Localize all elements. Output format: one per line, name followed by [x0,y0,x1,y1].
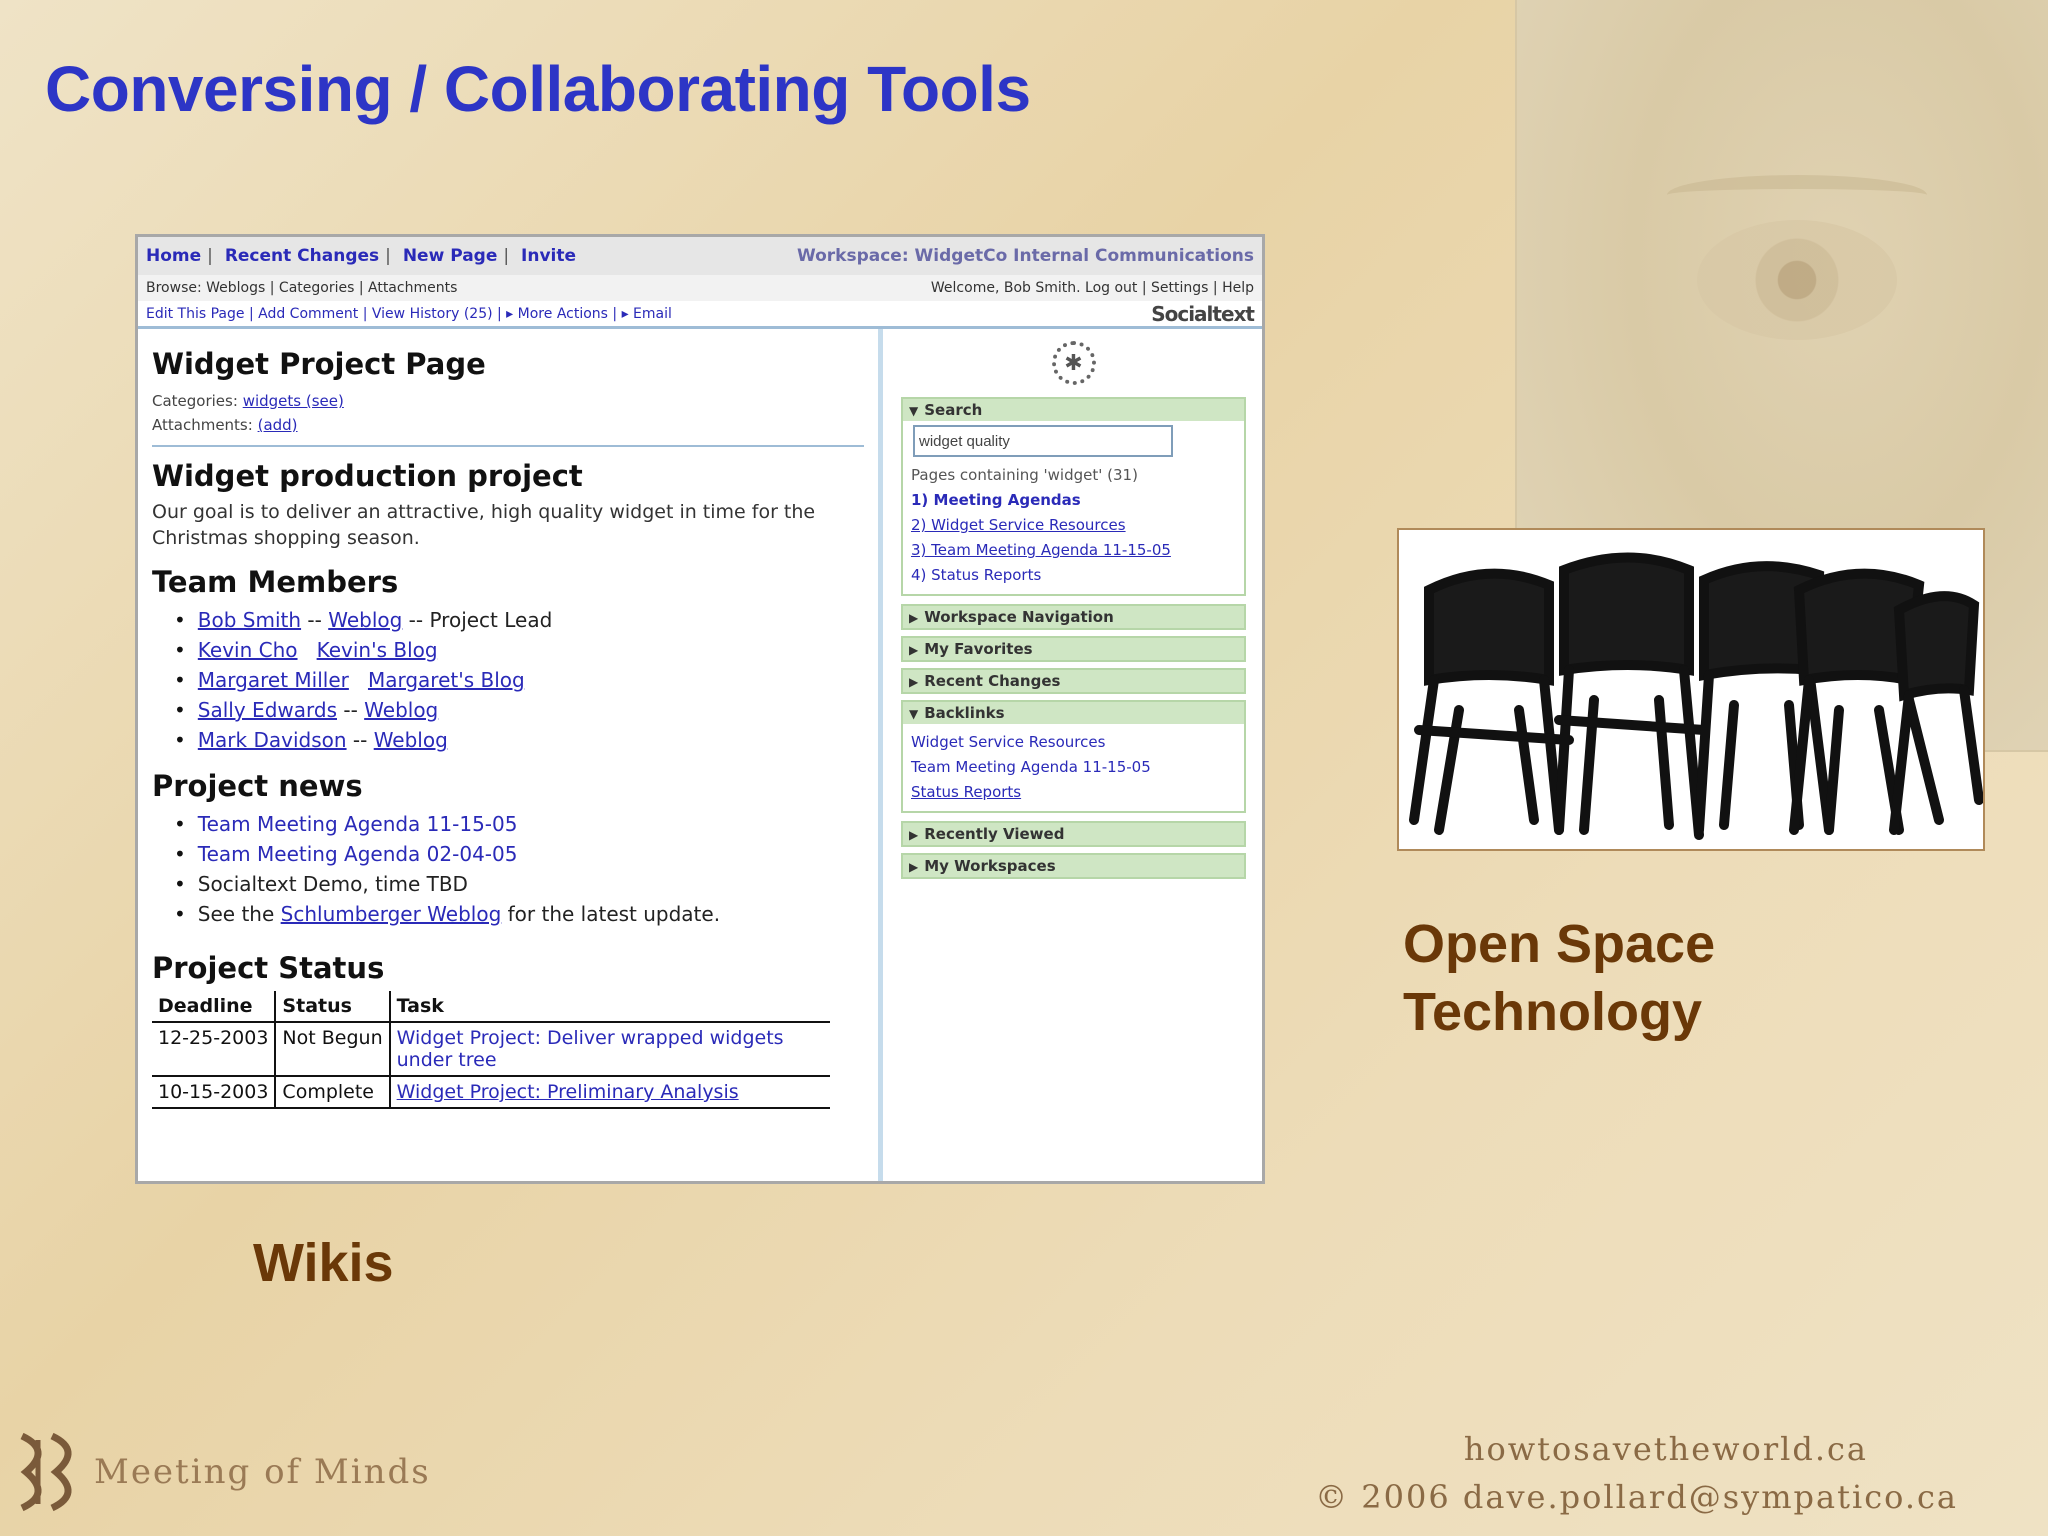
nav-recent-changes-link[interactable]: Recent Changes [225,246,379,266]
wikis-label: Wikis [253,1233,394,1293]
member-blog-link[interactable]: Weblog [328,608,402,632]
backlink[interactable]: Team Meeting Agenda 11-15-05 [911,755,1236,780]
eyebrow-shape [1667,175,1927,215]
account-links[interactable]: Welcome, Bob Smith. Log out | Settings |… [931,280,1254,296]
status-table: Deadline Status Task 12-25-2003 Not Begu… [152,991,830,1109]
triangle-down-icon: ▼ [909,404,919,418]
status-header-row: Deadline Status Task [152,991,830,1023]
member-name-link[interactable]: Bob Smith [198,608,301,632]
search-results-label: Pages containing 'widget' (31) [911,466,1138,484]
team-member-item: Kevin Cho Kevin's Blog [174,635,864,665]
page-action-links[interactable]: Edit This Page | Add Comment | View Hist… [146,306,672,322]
open-space-technology-label: Open Space Technology [1403,914,1716,1042]
footer-brand: Meeting of Minds [12,1430,431,1514]
table-row: 12-25-2003 Not Begun Widget Project: Del… [152,1022,830,1077]
team-list: Bob Smith -- Weblog -- Project Lead Kevi… [152,605,864,755]
news-link[interactable]: Team Meeting Agenda 11-15-05 [198,812,518,836]
search-result[interactable]: 1) Meeting Agendas [911,488,1236,513]
news-link[interactable]: Schlumberger Weblog [281,902,502,926]
socialtext-logo: Socialtext [1151,301,1255,326]
search-result[interactable]: 3) Team Meeting Agenda 11-15-05 [911,538,1236,563]
triangle-right-icon: ▶ [909,860,919,874]
footer-credits: howtosavetheworld.ca © 2006 dave.pollard… [1315,1425,1958,1521]
divider [152,445,864,447]
wiki-top-nav: Home | Recent Changes | New Page | Invite W… [138,237,1262,275]
chairs-illustration [1409,552,1983,840]
wiki-page-actions: Edit This Page | Add Comment | View Hist… [138,301,1262,329]
wiki-browse-bar: Browse: Weblogs | Categories | Attachmen… [138,275,1262,301]
wiki-page-title: Widget Project Page [152,347,486,381]
news-item: Team Meeting Agenda 11-15-05 [174,809,864,839]
news-list: Team Meeting Agenda 11-15-05 Team Meetin… [152,809,864,929]
member-name-link[interactable]: Margaret Miller [198,668,349,692]
news-item: See the Schlumberger Weblog for the late… [174,899,864,929]
nav-home-link[interactable]: Home [146,246,201,266]
status-heading: Project Status [152,951,385,985]
nav-invite-link[interactable]: Invite [521,246,576,266]
categories-link[interactable]: widgets (see) [243,392,344,410]
search-panel-header[interactable]: ▼ Search [903,399,1244,421]
team-member-item: Sally Edwards -- Weblog [174,695,864,725]
production-text: Our goal is to deliver an attractive, hi… [152,501,816,549]
backlink[interactable]: Widget Service Resources [911,730,1236,755]
browse-links[interactable]: Browse: Weblogs | Categories | Attachmen… [146,280,457,296]
team-heading: Team Members [152,565,399,599]
sidebar-item-recently-viewed[interactable]: ▶ Recently Viewed [901,821,1246,847]
task-link[interactable]: Widget Project: Deliver wrapped widgets … [397,1027,784,1071]
sidebar-item-my-workspaces[interactable]: ▶ My Workspaces [901,853,1246,879]
triangle-down-icon: ▼ [909,707,919,721]
sidebar-item-recent-changes[interactable]: ▶ Recent Changes [901,668,1246,694]
wiki-main-content: Widget Project Page Categories: widgets … [138,329,883,1181]
production-heading: Widget production project [152,459,583,493]
member-blog-link[interactable]: Weblog [364,698,438,722]
member-name-link[interactable]: Sally Edwards [198,698,337,722]
sidebar-item-workspace-navigation[interactable]: ▶ Workspace Navigation [901,604,1246,630]
categories-line: Categories: widgets (see) [152,392,344,410]
slide-title: Conversing / Collaborating Tools [45,53,1031,125]
member-blog-link[interactable]: Margaret's Blog [368,668,525,692]
member-name-link[interactable]: Kevin Cho [198,638,298,662]
footer-copyright: © 2006 dave.pollard@sympatico.ca [1315,1478,1958,1516]
gear-icon: ✱ [1051,341,1096,385]
team-member-item: Margaret Miller Margaret's Blog [174,665,864,695]
backlink[interactable]: Status Reports [911,780,1236,805]
search-panel: ▼Search Pages containing 'widget' (31) 1… [901,397,1246,596]
search-input[interactable] [913,425,1173,457]
folding-chairs-image [1397,528,1985,851]
news-item: Team Meeting Agenda 02-04-05 [174,839,864,869]
nav-new-page-link[interactable]: New Page [403,246,498,266]
wiki-sidebar: ✱ ▼Search Pages containing 'widget' (31)… [883,329,1262,1181]
triangle-right-icon: ▶ [909,643,919,657]
footer-site: howtosavetheworld.ca [1463,1430,1868,1468]
workspace-name: Workspace: WidgetCo Internal Communicati… [796,246,1254,266]
sidebar-item-my-favorites[interactable]: ▶ My Favorites [901,636,1246,662]
news-link[interactable]: Team Meeting Agenda 02-04-05 [198,842,518,866]
member-blog-link[interactable]: Kevin's Blog [317,638,438,662]
member-blog-link[interactable]: Weblog [374,728,448,752]
attachments-line: Attachments: (add) [152,416,298,434]
backlinks-panel-header[interactable]: ▼ Backlinks [903,702,1244,724]
search-result[interactable]: 2) Widget Service Resources [911,513,1236,538]
task-link[interactable]: Widget Project: Preliminary Analysis [397,1081,739,1103]
meeting-of-minds-logo [20,1432,72,1512]
attachments-add-link[interactable]: (add) [258,416,298,434]
triangle-right-icon: ▶ [909,611,919,625]
wiki-screenshot: Home | Recent Changes | New Page | Invite W… [135,234,1265,1184]
triangle-right-icon: ▶ [909,828,919,842]
team-member-item: Mark Davidson -- Weblog [174,725,864,755]
search-result[interactable]: 4) Status Reports [911,563,1236,588]
backlinks-panel: ▼ Backlinks Widget Service Resources Team… [901,700,1246,813]
eye-shape [1697,220,1897,340]
news-heading: Project news [152,769,363,803]
footer-brand-text: Meeting of Minds [94,1452,431,1492]
team-member-item: Bob Smith -- Weblog -- Project Lead [174,605,864,635]
table-row: 10-15-2003 Complete Widget Project: Prel… [152,1076,830,1109]
member-name-link[interactable]: Mark Davidson [198,728,347,752]
triangle-right-icon: ▶ [909,675,919,689]
news-item: Socialtext Demo, time TBD [174,869,864,899]
